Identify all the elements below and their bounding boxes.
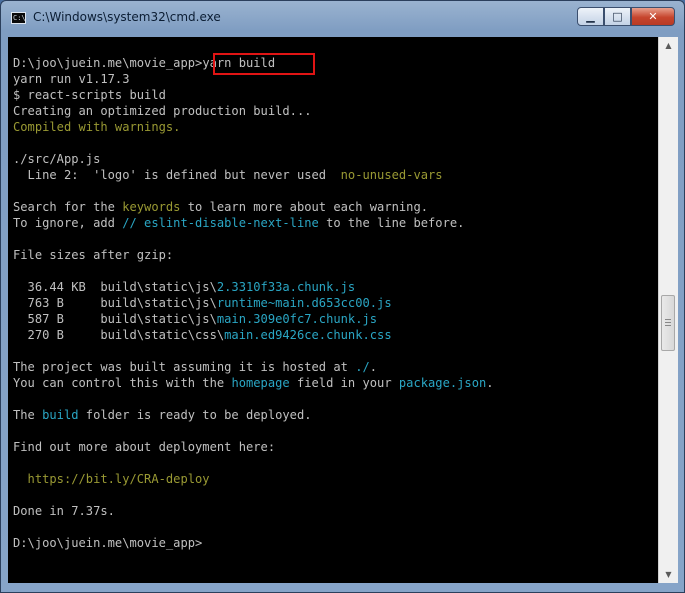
text-span: You can control this with the (13, 376, 232, 390)
minimize-button[interactable]: ▁ (577, 7, 604, 26)
compile-status: Compiled with warnings. (13, 120, 181, 134)
done-line: Done in 7.37s. (13, 504, 115, 518)
close-button[interactable]: ✕ (631, 7, 675, 26)
console-output[interactable]: D:\joo\juein.me\movie_app>yarn build yar… (8, 37, 658, 583)
build-folder-text: build (42, 408, 79, 422)
file-dir: build\static\js\ (100, 312, 217, 326)
output-line: yarn run v1.17.3 (13, 72, 130, 86)
package-json-text: package.json (398, 376, 487, 390)
output-line: Search for the keywords to learn more ab… (13, 199, 428, 215)
grip-line (665, 325, 671, 326)
cmd-icon[interactable]: C:\ (11, 12, 26, 24)
current-prompt[interactable]: D:\joo\juein.me\movie_app> (13, 535, 202, 551)
vertical-scrollbar[interactable]: ▲ ▼ (658, 37, 678, 583)
file-dir: build\static\js\ (100, 280, 217, 294)
warning-rule: no-unused-vars (340, 168, 443, 182)
text-span: folder is ready to be deployed. (78, 408, 312, 422)
output-line: To ignore, add // eslint-disable-next-li… (13, 215, 464, 231)
hosted-path: ./ (355, 360, 370, 374)
prompt: D:\joo\juein.me\movie_app> (13, 56, 203, 70)
file-size: 587 B (13, 312, 101, 326)
scroll-thumb[interactable] (661, 295, 675, 351)
text-span: . (486, 376, 494, 390)
file-size: 270 B (13, 328, 101, 342)
text-span: to the line before. (318, 216, 465, 230)
cmd-window: C:\ C:\Windows\system32\cmd.exe ▁ □ ✕ D:… (0, 0, 685, 593)
text-span: To ignore, add (13, 216, 123, 230)
warning-line: Line 2: 'logo' is defined but never used… (13, 167, 443, 183)
file-size: 36.44 KB (13, 280, 101, 294)
file-size-row: 36.44 KB build\static\js\2.3310f33a.chun… (13, 279, 356, 295)
text-span: The (13, 408, 43, 422)
text-span: field in your (289, 376, 399, 390)
warning-message: Line 2: 'logo' is defined but never used (13, 168, 341, 182)
maximize-button[interactable]: □ (604, 7, 631, 26)
output-line: Creating an optimized production build..… (13, 104, 312, 118)
grip-line (665, 319, 671, 320)
console-client-area: D:\joo\juein.me\movie_app>yarn build yar… (8, 37, 678, 583)
warning-file: ./src/App.js (13, 152, 101, 166)
file-name: 2.3310f33a.chunk.js (216, 280, 356, 294)
text-span: to learn more about each warning. (180, 200, 429, 214)
scroll-up-icon[interactable]: ▲ (660, 37, 677, 54)
text-span: . (369, 360, 378, 374)
file-name: main.309e0fc7.chunk.js (216, 312, 378, 326)
output-line: Find out more about deployment here: (13, 440, 276, 454)
file-dir: build\static\css\ (100, 328, 225, 342)
deploy-url: https://bit.ly/CRA-deploy (13, 472, 210, 486)
text-span: The project was built assuming it is hos… (13, 360, 356, 374)
output-line: $ react-scripts build (13, 88, 166, 102)
output-line: You can control this with the homepage f… (13, 375, 494, 391)
file-dir: build\static\js\ (100, 296, 217, 310)
keywords-text: keywords (122, 200, 181, 214)
grip-line (665, 322, 671, 323)
text-span: Search for the (13, 200, 123, 214)
window-title: C:\Windows\system32\cmd.exe (33, 10, 221, 24)
file-sizes-header: File sizes after gzip: (13, 248, 174, 262)
file-size-row: 763 B build\static\js\runtime~main.d653c… (13, 295, 392, 311)
title-bar[interactable]: C:\ C:\Windows\system32\cmd.exe ▁ □ ✕ (1, 1, 684, 34)
file-name: runtime~main.d653cc00.js (216, 296, 392, 310)
homepage-text: homepage (231, 376, 290, 390)
scroll-down-icon[interactable]: ▼ (660, 566, 677, 583)
file-size: 763 B (13, 296, 101, 310)
eslint-comment: // eslint-disable-next-line (122, 216, 319, 230)
file-name: main.ed9426ce.chunk.css (224, 328, 392, 342)
output-line: The project was built assuming it is hos… (13, 359, 377, 375)
file-size-row: 587 B build\static\js\main.309e0fc7.chun… (13, 311, 378, 327)
command-highlight-box (213, 53, 315, 75)
file-size-row: 270 B build\static\css\main.ed9426ce.chu… (13, 327, 392, 343)
output-line: The build folder is ready to be deployed… (13, 407, 312, 423)
window-controls: ▁ □ ✕ (577, 7, 675, 26)
